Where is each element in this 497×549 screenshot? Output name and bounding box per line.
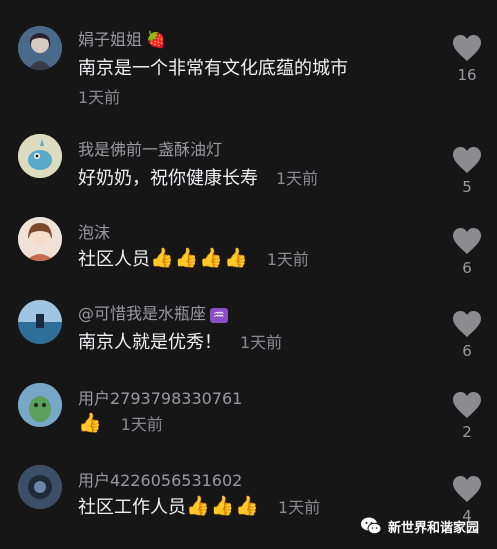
like-button[interactable]: 6	[449, 310, 485, 360]
avatar[interactable]	[18, 383, 62, 427]
comment-item: 娟子姐姐 🍓 南京是一个非常有文化底蕴的城市 1天前 16	[0, 20, 497, 107]
thumbs-up-emoji: 👍	[174, 246, 199, 269]
comment-item: 我是佛前一盏酥油灯 好奶奶，祝你健康长寿 1天前 5	[0, 128, 497, 208]
comment-list: 娟子姐姐 🍓 南京是一个非常有文化底蕴的城市 1天前 16 我是佛前一盏酥油灯 好…	[0, 0, 497, 549]
comment-username[interactable]: 我是佛前一盏酥油灯	[78, 136, 222, 160]
comment-time: 1天前	[276, 169, 319, 188]
avatar[interactable]	[18, 465, 62, 509]
comment-time: 1天前	[78, 88, 121, 107]
comment-text: 好奶奶，祝你健康长寿 1天前	[78, 164, 318, 190]
avatar[interactable]	[18, 217, 62, 261]
comment-username[interactable]: 用户2793798330761	[78, 385, 242, 409]
comment-item: @可惜我是水瓶座 ♒ 南京人就是优秀！ 1天前 6	[0, 294, 497, 374]
heart-icon	[453, 35, 481, 61]
comment-item: 泡沫 社区人员 👍 👍 👍 👍 1天前 6	[0, 211, 497, 291]
comment-username[interactable]: 娟子姐姐 🍓	[78, 26, 166, 50]
comment-username[interactable]: 泡沫	[78, 219, 110, 243]
thumbs-up-emoji: 👍	[235, 494, 260, 517]
comment-text: 社区人员 👍 👍 👍 👍 1天前	[78, 246, 309, 270]
comment-username[interactable]: @可惜我是水瓶座 ♒	[78, 300, 228, 324]
avatar[interactable]	[18, 134, 62, 178]
heart-icon	[453, 228, 481, 254]
thumbs-up-emoji: 👍	[199, 246, 224, 269]
thumbs-up-emoji: 👍	[78, 411, 102, 434]
comment-username[interactable]: 用户4226056531602	[78, 467, 242, 491]
comment-text: 社区工作人员 👍 👍 👍 1天前	[78, 494, 321, 518]
comment-time: 1天前	[120, 415, 163, 434]
thumbs-up-emoji: 👍	[224, 246, 248, 269]
watermark: 新世界和谐家园	[360, 515, 479, 537]
like-count: 5	[462, 178, 472, 196]
like-count: 16	[457, 66, 477, 84]
aquarius-icon: ♒	[210, 308, 228, 323]
heart-icon	[453, 147, 481, 173]
heart-icon	[453, 392, 481, 418]
comment-text: 南京是一个非常有文化底蕴的城市	[78, 58, 348, 79]
strawberry-icon: 🍓	[146, 30, 166, 49]
like-count: 2	[462, 423, 472, 441]
like-button[interactable]: 5	[449, 146, 485, 196]
comment-item: 用户2793798330761 👍 1天前 2	[0, 377, 497, 457]
like-button[interactable]: 2	[449, 391, 485, 441]
like-button[interactable]: 16	[449, 34, 485, 84]
avatar[interactable]	[18, 26, 62, 70]
like-count: 6	[462, 342, 472, 360]
comment-text: 南京人就是优秀！ 1天前	[78, 328, 282, 354]
wechat-icon	[360, 517, 382, 535]
avatar[interactable]	[18, 300, 62, 344]
heart-icon	[453, 476, 481, 502]
thumbs-up-emoji: 👍	[210, 494, 235, 517]
comment-time: 1天前	[240, 333, 283, 352]
like-button[interactable]: 6	[449, 227, 485, 277]
thumbs-up-emoji: 👍	[150, 246, 174, 269]
comment-text: 👍 1天前	[78, 411, 163, 435]
watermark-text: 新世界和谐家园	[387, 520, 479, 536]
heart-icon	[453, 311, 481, 337]
like-count: 6	[462, 259, 472, 277]
thumbs-up-emoji: 👍	[186, 494, 210, 517]
comment-time: 1天前	[278, 498, 321, 517]
comment-time: 1天前	[266, 250, 309, 269]
